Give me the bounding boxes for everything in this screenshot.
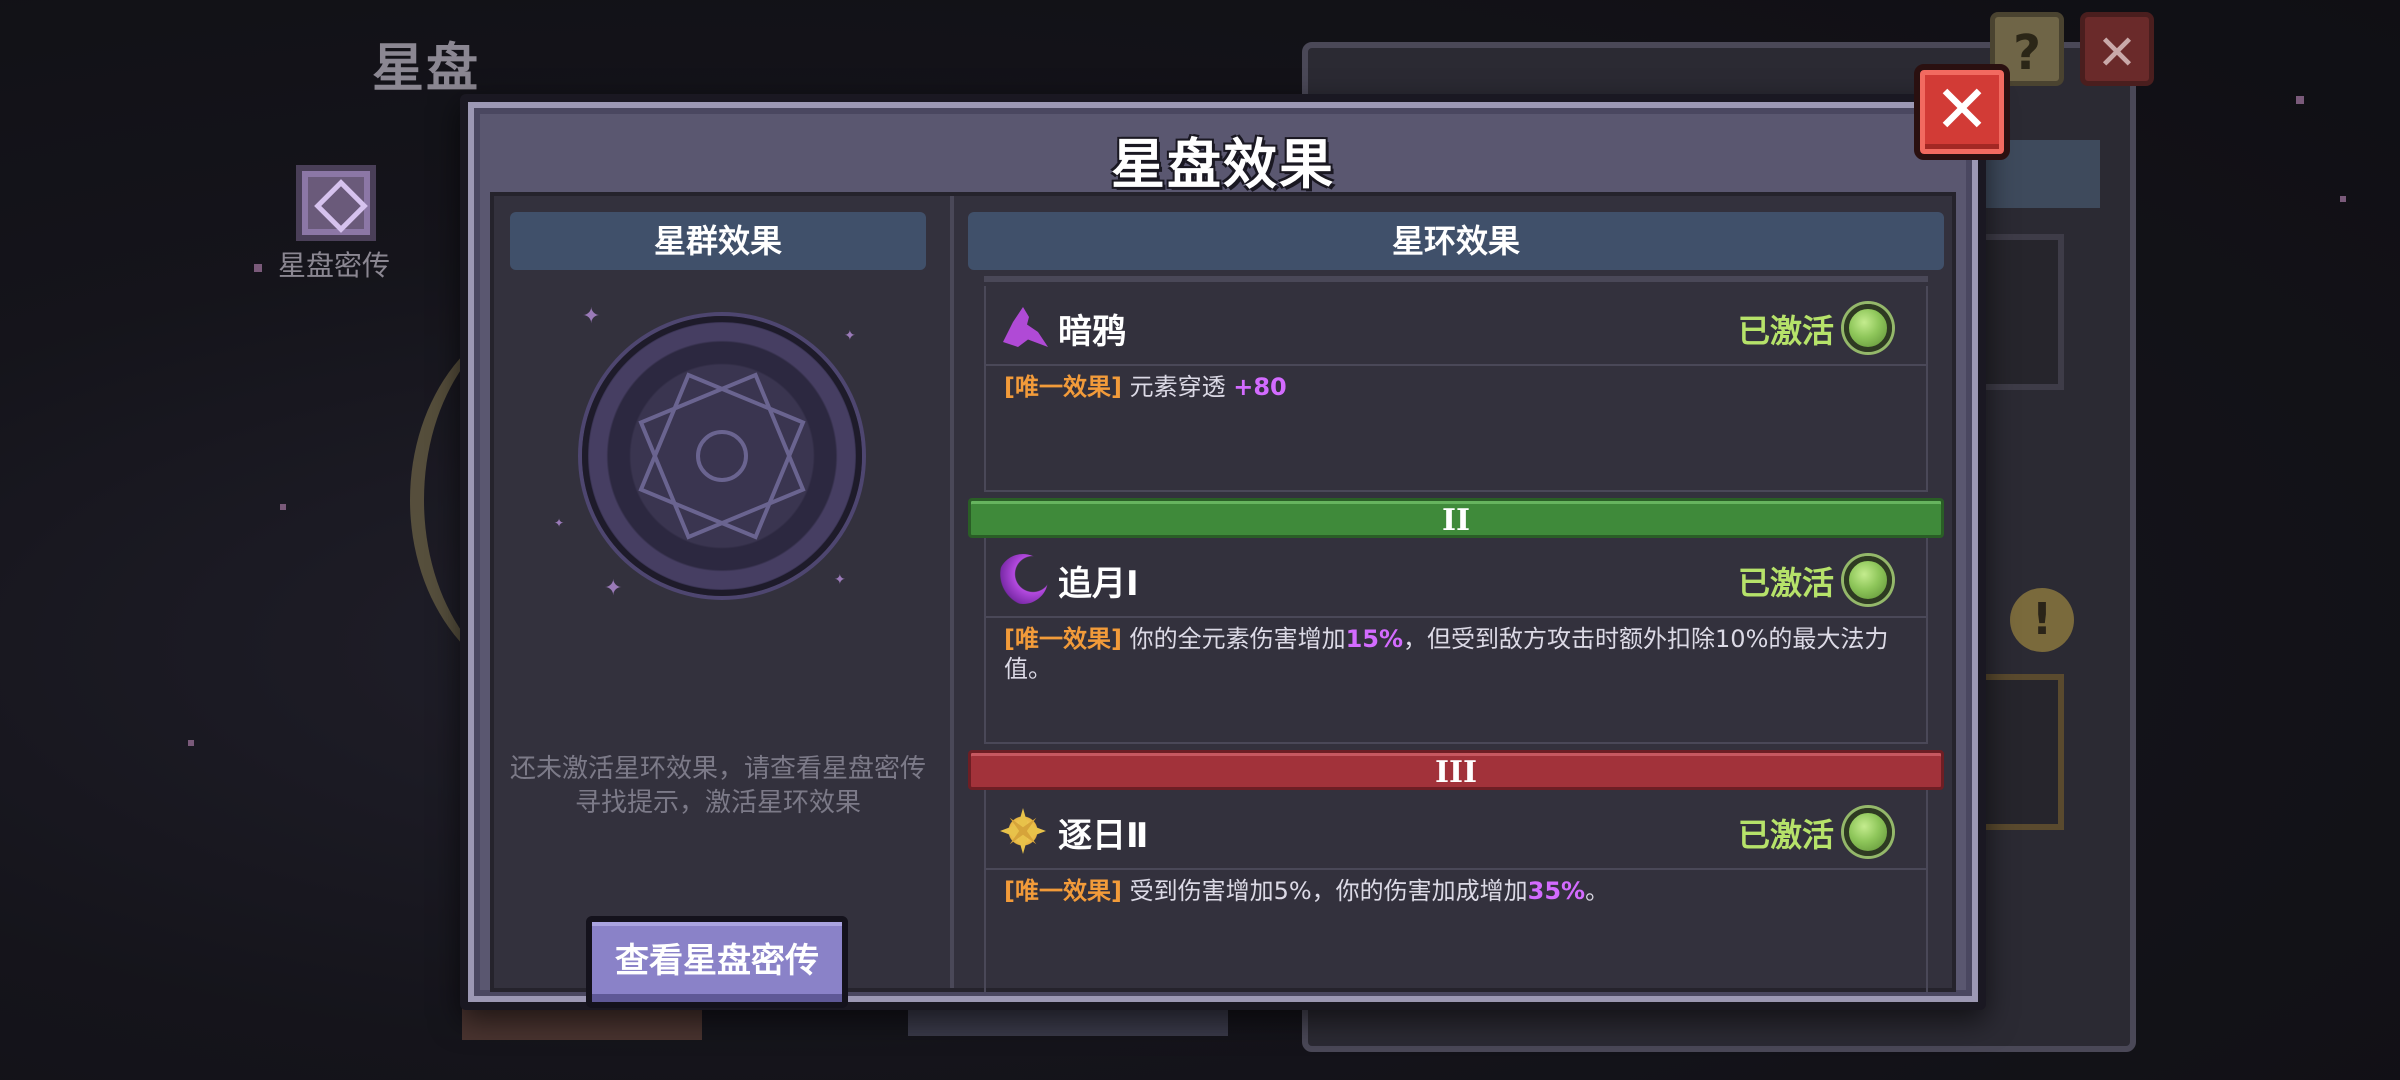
sparkle-icon: ✦ (604, 576, 623, 601)
status-label: 已激活 (1737, 312, 1834, 350)
sun-icon (998, 806, 1048, 856)
background-title: 星盘 (372, 39, 481, 99)
desc-highlight: +80 (1233, 373, 1287, 401)
status-active-icon (1844, 556, 1892, 604)
card-header: 追月Ⅰ 已激活 (984, 538, 1928, 618)
star-dot (254, 264, 262, 272)
star-disk-effect-modal: 星盘效果 星群效果 ✦ ✦ ✦ ✦ ✦ 还未激活星环效果，请查看星盘密传寻找提示… (460, 94, 1986, 1010)
sparkle-icon: ✦ (834, 572, 846, 588)
card-header: 暗鸦 已激活 (984, 286, 1928, 366)
tier-3-bar: III (968, 750, 1944, 790)
effect-description: [唯一效果] 受到伤害增加5%，你的伤害加成增加35%。 (1004, 876, 1904, 906)
disk-core (696, 430, 748, 482)
status-active-icon (1844, 808, 1892, 856)
effect-name: 追月Ⅰ (1058, 564, 1139, 604)
desc-highlight: 15% (1345, 625, 1404, 653)
unique-tag: [唯一效果] (1004, 625, 1122, 653)
ring-effect-card: 暗鸦 已激活 [唯一效果] 元素穿透 +80 (984, 286, 1928, 492)
card-border (984, 742, 1928, 744)
desc-segment: 。 (1585, 877, 1610, 905)
star-dot (188, 740, 194, 746)
tier-2-bar: II (968, 498, 1944, 538)
moon-icon (998, 554, 1048, 604)
ring-effect-card: 逐日Ⅱ 已激活 [唯一效果] 受到伤害增加5%，你的伤害加成增加35%。 (984, 790, 1928, 992)
inactive-hint-text: 还未激活星环效果，请查看星盘密传寻找提示，激活星环效果 (509, 754, 926, 818)
view-secret-button[interactable]: 查看星盘密传 (586, 916, 848, 1008)
star-disk-icon (582, 316, 862, 596)
status-active-icon (1844, 304, 1892, 352)
effect-description: [唯一效果] 元素穿透 +80 (1004, 372, 1904, 402)
background-tab (908, 1006, 1228, 1036)
effect-name: 逐日Ⅱ (1058, 816, 1149, 856)
modal-close-button[interactable]: ✕ (1914, 64, 2010, 160)
desc-segment: 元素穿透 (1129, 373, 1234, 401)
secret-label: 星盘密传 (278, 249, 391, 282)
alert-icon: ! (2010, 588, 2074, 652)
status-label: 已激活 (1737, 564, 1834, 602)
ring-effect-list[interactable]: 暗鸦 已激活 [唯一效果] 元素穿透 +80 II 追月Ⅰ 已激活 [唯一效果]… (968, 276, 1944, 992)
sparkle-icon: ✦ (554, 516, 565, 530)
column-divider (950, 196, 954, 988)
secret-book-icon (296, 165, 376, 241)
ring-effect-card: 追月Ⅰ 已激活 [唯一效果] 你的全元素伤害增加15%，但受到敌方攻击时额外扣除… (984, 538, 1928, 744)
unique-tag: [唯一效果] (1004, 373, 1122, 401)
desc-highlight: 35% (1527, 877, 1586, 905)
effect-description: [唯一效果] 你的全元素伤害增加15%，但受到敌方攻击时额外扣除10%的最大法力… (1004, 624, 1904, 684)
effect-name: 暗鸦 (1058, 312, 1126, 352)
status-label: 已激活 (1737, 816, 1834, 854)
star-dot (280, 504, 286, 510)
desc-segment: 你的全元素伤害增加 (1129, 625, 1346, 653)
desc-segment: 受到伤害增加5%，你的伤害加成增加 (1129, 877, 1528, 905)
ring-effect-header: 星环效果 (968, 212, 1944, 270)
card-border (984, 490, 1928, 492)
sparkle-icon: ✦ (582, 304, 601, 329)
unique-tag: [唯一效果] (1004, 877, 1122, 905)
star-dot (2296, 96, 2304, 104)
background-close-button[interactable]: ✕ (2080, 12, 2154, 86)
constellation-effect-header: 星群效果 (510, 212, 926, 270)
modal-body: 星群效果 ✦ ✦ ✦ ✦ ✦ 还未激活星环效果，请查看星盘密传寻找提示，激活星环… (490, 192, 1956, 1008)
star-dot (2340, 196, 2346, 202)
sparkle-icon: ✦ (844, 328, 856, 344)
card-header: 逐日Ⅱ 已激活 (984, 790, 1928, 870)
crow-icon (1003, 307, 1048, 347)
modal-title: 星盘效果 (1111, 133, 1335, 196)
list-top-edge (984, 276, 1928, 282)
